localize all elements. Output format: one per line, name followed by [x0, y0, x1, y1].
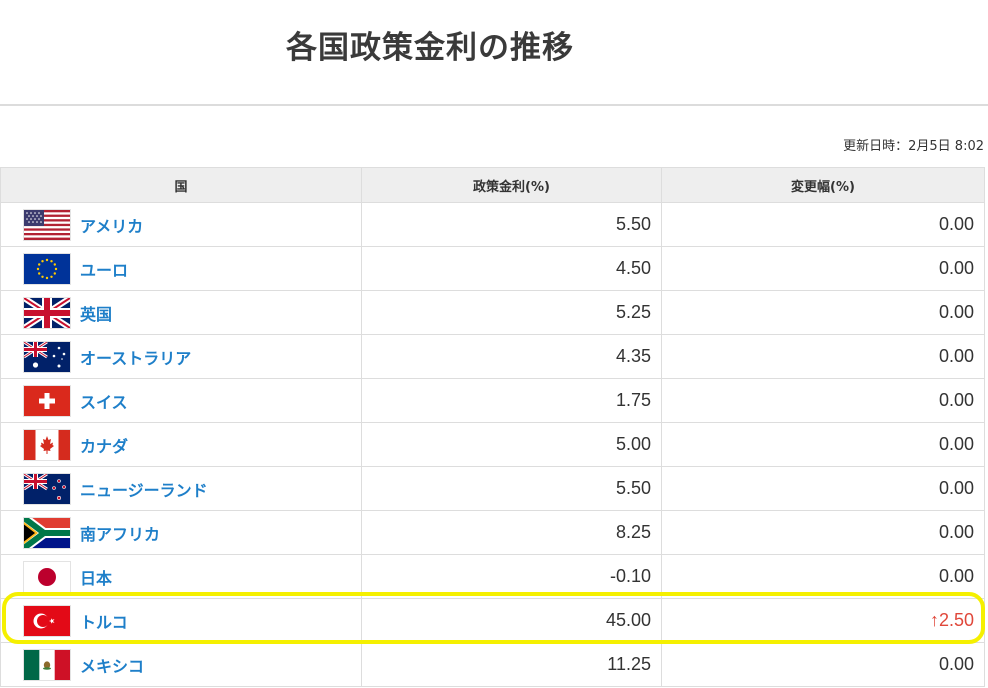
country-cell: トルコ	[0, 598, 362, 643]
rate-cell: 1.75	[361, 378, 662, 423]
rate-cell: 4.50	[361, 246, 662, 291]
country-link-uk[interactable]: 英国	[80, 305, 112, 324]
country-link-usa[interactable]: アメリカ	[80, 217, 143, 236]
change-cell: 0.00	[661, 554, 985, 599]
change-cell: 0.00	[661, 510, 985, 555]
table-row: 南アフリカ 8.25 0.00	[0, 510, 985, 555]
change-cell: 0.00	[661, 290, 985, 335]
country-link-japan[interactable]: 日本	[80, 569, 112, 588]
change-cell: 0.00	[661, 246, 985, 291]
country-cell: ユーロ	[0, 246, 362, 291]
rate-cell: 11.25	[361, 642, 662, 687]
table-row: 英国 5.25 0.00	[0, 290, 985, 335]
change-cell: ↑2.50	[661, 598, 985, 643]
change-cell: 0.00	[661, 466, 985, 511]
rate-cell: -0.10	[361, 554, 662, 599]
country-cell: オーストラリア	[0, 334, 362, 379]
australia-flag-icon	[24, 341, 70, 372]
new-zealand-flag-icon	[24, 473, 70, 504]
switzerland-flag-icon	[24, 385, 70, 416]
divider	[0, 104, 988, 106]
south-africa-flag-icon	[24, 517, 70, 548]
country-link-australia[interactable]: オーストラリア	[80, 349, 191, 368]
rate-cell: 5.00	[361, 422, 662, 467]
header-rate: 政策金利(%)	[361, 167, 662, 203]
country-cell: メキシコ	[0, 642, 362, 687]
uk-flag-icon	[24, 297, 70, 328]
country-link-turkey[interactable]: トルコ	[80, 613, 128, 632]
policy-rate-table: 国 政策金利(%) 変更幅(%) アメリカ 5.50 0.00 ユーロ 4.50…	[0, 167, 985, 687]
change-cell: 0.00	[661, 642, 985, 687]
table-row: ユーロ 4.50 0.00	[0, 246, 985, 291]
country-cell: スイス	[0, 378, 362, 423]
rate-cell: 5.50	[361, 466, 662, 511]
canada-flag-icon	[24, 429, 70, 460]
change-cell: 0.00	[661, 202, 985, 247]
country-link-new-zealand[interactable]: ニュージーランド	[80, 481, 208, 500]
table-row: 日本 -0.10 0.00	[0, 554, 985, 599]
rate-cell: 4.35	[361, 334, 662, 379]
table-row: オーストラリア 4.35 0.00	[0, 334, 985, 379]
change-cell: 0.00	[661, 378, 985, 423]
header-change: 変更幅(%)	[661, 167, 985, 203]
table-row: スイス 1.75 0.00	[0, 378, 985, 423]
table-header-row: 国 政策金利(%) 変更幅(%)	[0, 167, 985, 203]
japan-flag-icon	[24, 561, 70, 592]
us-flag-icon	[24, 209, 70, 240]
country-cell: 日本	[0, 554, 362, 599]
table-row: ニュージーランド 5.50 0.00	[0, 466, 985, 511]
country-link-euro[interactable]: ユーロ	[80, 261, 128, 280]
country-cell: カナダ	[0, 422, 362, 467]
country-link-switzerland[interactable]: スイス	[80, 393, 128, 412]
country-link-mexico[interactable]: メキシコ	[80, 657, 144, 676]
up-arrow-icon: ↑	[929, 610, 939, 630]
update-timestamp: 更新日時：2月5日 8:02	[843, 139, 984, 154]
rate-cell: 5.25	[361, 290, 662, 335]
country-cell: 南アフリカ	[0, 510, 362, 555]
change-cell: 0.00	[661, 422, 985, 467]
table-row: アメリカ 5.50 0.00	[0, 202, 985, 247]
page-title: 各国政策金利の推移	[286, 30, 574, 66]
country-cell: ニュージーランド	[0, 466, 362, 511]
mexico-flag-icon	[24, 649, 70, 680]
country-cell: 英国	[0, 290, 362, 335]
header-country: 国	[0, 167, 362, 203]
change-value: 2.50	[938, 610, 974, 630]
table-row: メキシコ 11.25 0.00	[0, 642, 985, 687]
rate-cell: 45.00	[361, 598, 662, 643]
country-link-canada[interactable]: カナダ	[80, 437, 128, 456]
turkey-flag-icon	[24, 605, 70, 636]
rate-cell: 5.50	[361, 202, 662, 247]
rate-cell: 8.25	[361, 510, 662, 555]
country-link-south-africa[interactable]: 南アフリカ	[80, 525, 160, 544]
table-row: カナダ 5.00 0.00	[0, 422, 985, 467]
change-cell: 0.00	[661, 334, 985, 379]
eu-flag-icon	[24, 253, 70, 284]
country-cell: アメリカ	[0, 202, 362, 247]
table-row: トルコ 45.00 ↑2.50	[0, 598, 985, 643]
